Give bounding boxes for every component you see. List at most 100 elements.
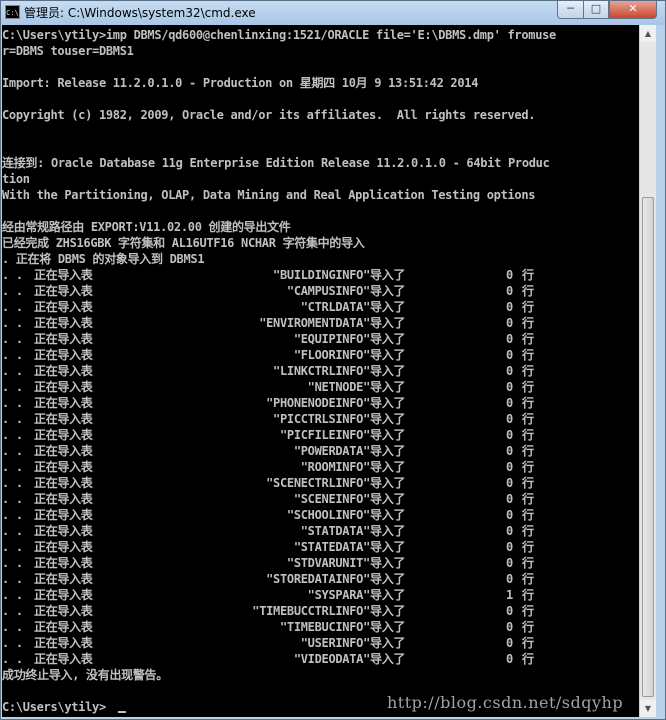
row-unit: 行: [522, 332, 534, 346]
import-row: . . 正在导入表 导入了 0 行 "TIMEBUCINFO": [2, 619, 639, 635]
row-table-name: "ROOMINFO": [300, 460, 371, 474]
cmd-icon[interactable]: C:\: [5, 5, 20, 19]
row-count: 0: [506, 300, 513, 314]
row-count: 0: [506, 396, 513, 410]
import-row: . . 正在导入表 导入了 0 行 "NETNODE": [2, 379, 639, 395]
row-label: 正在导入表: [34, 316, 93, 330]
scroll-down-arrow-icon[interactable]: ▼: [640, 700, 656, 717]
row-label: 正在导入表: [34, 348, 93, 362]
row-verb: 导入了: [370, 444, 406, 458]
row-label: 正在导入表: [34, 444, 93, 458]
row-prefix: . .: [2, 428, 23, 442]
row-prefix: . .: [2, 268, 23, 282]
row-prefix: . .: [2, 572, 23, 586]
row-label: 正在导入表: [34, 268, 93, 282]
row-prefix: . .: [2, 316, 23, 330]
row-count: 0: [506, 444, 513, 458]
maximize-icon: □: [590, 2, 602, 15]
row-unit: 行: [522, 524, 534, 538]
row-prefix: . .: [2, 460, 23, 474]
row-table-name: "TIMEBUCINFO": [279, 620, 370, 634]
row-prefix: . .: [2, 284, 23, 298]
row-unit: 行: [522, 364, 534, 378]
import-row: . . 正在导入表 导入了 0 行 "ENVIROMENTDATA": [2, 315, 639, 331]
row-table-name: "SCENECTRLINFO": [266, 476, 370, 490]
row-prefix: . .: [2, 380, 23, 394]
row-count: 0: [506, 556, 513, 570]
row-count: 0: [506, 524, 513, 538]
row-table-name: "TIMEBUCCTRLINFO": [252, 604, 370, 618]
row-verb: 导入了: [370, 476, 406, 490]
row-count: 0: [506, 460, 513, 474]
vertical-scrollbar[interactable]: ▲ ▼: [639, 25, 656, 717]
window-title: 管理员: C:\Windows\system32\cmd.exe: [24, 6, 256, 20]
import-row: . . 正在导入表 导入了 0 行 "VIDEODATA": [2, 651, 639, 667]
row-unit: 行: [522, 508, 534, 522]
row-verb: 导入了: [370, 300, 406, 314]
row-verb: 导入了: [370, 428, 406, 442]
console-output[interactable]: C:\Users\ytily>imp DBMS/qd600@chenlinxin…: [2, 25, 639, 717]
watermark: http://blog.csdn.net/sdqyhp: [387, 693, 624, 712]
minimize-button[interactable]: ─: [557, 1, 584, 19]
import-row: . . 正在导入表 导入了 0 行 "PICCTRLSINFO": [2, 411, 639, 427]
scrollbar-thumb[interactable]: [642, 197, 654, 697]
import-row: . . 正在导入表 导入了 0 行 "SCHOOLINFO": [2, 507, 639, 523]
row-table-name: "POWERDATA": [293, 444, 370, 458]
row-unit: 行: [522, 348, 534, 362]
close-icon: ✕: [628, 2, 638, 15]
row-label: 正在导入表: [34, 492, 93, 506]
maximize-button[interactable]: □: [583, 1, 609, 19]
row-table-name: "STDVARUNIT": [286, 556, 370, 570]
row-table-name: "USERINFO": [300, 636, 371, 650]
row-verb: 导入了: [370, 588, 406, 602]
row-unit: 行: [522, 284, 534, 298]
console-line: tion: [2, 172, 30, 186]
row-table-name: "PICCTRLSINFO": [273, 412, 370, 426]
window-frame: [656, 25, 665, 719]
row-unit: 行: [522, 604, 534, 618]
console-line: C:\Users\ytily>imp DBMS/qd600@chenlinxin…: [2, 28, 556, 42]
row-table-name: "EQUIPINFO": [293, 332, 370, 346]
scroll-up-arrow-icon[interactable]: ▲: [640, 25, 656, 42]
row-count: 0: [506, 476, 513, 490]
cmd-window: C:\ 管理员: C:\Windows\system32\cmd.exe ─ □…: [0, 0, 666, 720]
row-table-name: "VIDEODATA": [293, 652, 370, 666]
row-unit: 行: [522, 572, 534, 586]
row-verb: 导入了: [370, 348, 406, 362]
row-verb: 导入了: [370, 460, 406, 474]
import-row: . . 正在导入表 导入了 0 行 "POWERDATA": [2, 443, 639, 459]
row-prefix: . .: [2, 300, 23, 314]
row-prefix: . .: [2, 332, 23, 346]
row-unit: 行: [522, 460, 534, 474]
row-prefix: . .: [2, 524, 23, 538]
row-verb: 导入了: [370, 652, 406, 666]
console-line: Copyright (c) 1982, 2009, Oracle and/or …: [2, 108, 536, 122]
row-count: 0: [506, 492, 513, 506]
import-row: . . 正在导入表 导入了 0 行 "USERINFO": [2, 635, 639, 651]
row-unit: 行: [522, 268, 534, 282]
import-row: . . 正在导入表 导入了 0 行 "EQUIPINFO": [2, 331, 639, 347]
row-table-name: "SCENEINFO": [293, 492, 370, 506]
import-row: . . 正在导入表 导入了 0 行 "ROOMINFO": [2, 459, 639, 475]
row-prefix: . .: [2, 636, 23, 650]
row-prefix: . .: [2, 412, 23, 426]
import-row: . . 正在导入表 导入了 0 行 "PHONENODEINFO": [2, 395, 639, 411]
import-row: . . 正在导入表 导入了 0 行 "BUILDINGINFO": [2, 267, 639, 283]
console-line: . 正在将 DBMS 的对象导入到 DBMS1: [2, 252, 205, 266]
row-prefix: . .: [2, 540, 23, 554]
import-row: . . 正在导入表 导入了 0 行 "SCENECTRLINFO": [2, 475, 639, 491]
close-button[interactable]: ✕: [609, 1, 657, 19]
title-bar[interactable]: C:\ 管理员: C:\Windows\system32\cmd.exe ─ □…: [1, 1, 665, 25]
row-prefix: . .: [2, 604, 23, 618]
console-line: 成功终止导入, 没有出现警告。: [2, 668, 168, 682]
row-label: 正在导入表: [34, 476, 93, 490]
import-row: . . 正在导入表 导入了 0 行 "TIMEBUCCTRLINFO": [2, 603, 639, 619]
row-prefix: . .: [2, 364, 23, 378]
row-verb: 导入了: [370, 540, 406, 554]
row-table-name: "STATDATA": [300, 524, 371, 538]
import-row: . . 正在导入表 导入了 1 行 "SYSPARA": [2, 587, 639, 603]
row-table-name: "LINKCTRLINFO": [273, 364, 370, 378]
row-label: 正在导入表: [34, 300, 93, 314]
row-unit: 行: [522, 620, 534, 634]
row-label: 正在导入表: [34, 380, 93, 394]
